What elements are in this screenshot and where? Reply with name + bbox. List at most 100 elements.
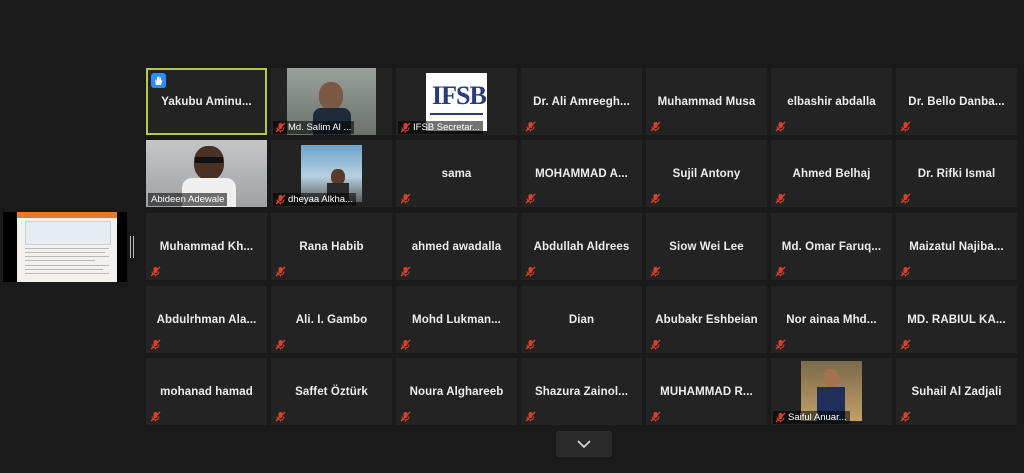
participant-name: mohanad hamad	[160, 385, 253, 398]
muted-mic-icon	[900, 266, 911, 277]
show-more-button[interactable]	[556, 431, 612, 457]
participant-name: Dr. Ali Amreegh...	[533, 95, 630, 108]
participant-tile[interactable]: Muhammad Kh...	[146, 213, 267, 280]
muted-mic-icon	[400, 193, 411, 204]
participant-name: Abideen Adewale	[151, 194, 225, 205]
participant-tile[interactable]: Shazura Zainol...	[521, 358, 642, 425]
muted-mic-icon	[400, 339, 411, 350]
participant-name: MOHAMMAD A...	[535, 167, 628, 180]
participant-name: dheyaa Alkha...	[288, 194, 353, 205]
participant-tile[interactable]: Muhammad Musa	[646, 68, 767, 135]
participant-name: Noura Alghareeb	[409, 385, 504, 398]
participant-tile[interactable]: Rana Habib	[271, 213, 392, 280]
participant-name: Nor ainaa Mhd...	[786, 313, 877, 326]
chevron-down-icon	[577, 440, 591, 448]
muted-mic-icon	[150, 339, 161, 350]
participant-tile[interactable]: sama	[396, 140, 517, 207]
participant-tile[interactable]: Abdullah Aldrees	[521, 213, 642, 280]
muted-mic-icon	[525, 411, 536, 422]
muted-mic-icon	[900, 121, 911, 132]
participant-tile[interactable]: ahmed awadalla	[396, 213, 517, 280]
participant-name: elbashir abdalla	[787, 95, 876, 108]
participant-name: Suhail Al Zadjali	[911, 385, 1002, 398]
participant-name: Muhammad Musa	[657, 95, 756, 108]
participant-tile[interactable]: Saffet Öztürk	[271, 358, 392, 425]
muted-mic-icon	[650, 339, 661, 350]
participant-name: IFSB Secretar...	[413, 122, 481, 133]
participant-name: Muhammad Kh...	[159, 240, 254, 253]
muted-mic-icon	[775, 121, 786, 132]
participant-name: Saiful Anuar...	[788, 412, 847, 423]
participant-tile[interactable]: Ali. I. Gambo	[271, 286, 392, 353]
participant-name-label: Md. Salim Al ...	[273, 121, 355, 134]
muted-mic-icon	[525, 266, 536, 277]
participant-tile[interactable]: Nor ainaa Mhd...	[771, 286, 892, 353]
participant-name: MD. RABIUL KA...	[907, 313, 1006, 326]
participant-tile[interactable]: Md. Omar Faruq...	[771, 213, 892, 280]
muted-mic-icon	[150, 266, 161, 277]
participant-name-label: Abideen Adewale	[148, 193, 228, 206]
muted-mic-icon	[275, 266, 286, 277]
participant-tile[interactable]: Ahmed Belhaj	[771, 140, 892, 207]
muted-mic-icon	[650, 121, 661, 132]
participant-tile[interactable]: Dian	[521, 286, 642, 353]
participant-tile[interactable]: Dr. Bello Danba...	[896, 68, 1017, 135]
participant-tile[interactable]: MOHAMMAD A...	[521, 140, 642, 207]
muted-mic-icon	[400, 122, 411, 133]
muted-mic-icon	[275, 194, 286, 205]
participant-name: Mohd Lukman...	[412, 313, 501, 326]
shared-document-preview	[17, 212, 117, 282]
participant-tile[interactable]: Dr. Ali Amreegh...	[521, 68, 642, 135]
muted-mic-icon	[400, 411, 411, 422]
participant-tile[interactable]: Maizatul Najiba...	[896, 213, 1017, 280]
participant-tile[interactable]: Sujil Antony	[646, 140, 767, 207]
participant-name: Abdullah Aldrees	[533, 240, 630, 253]
participant-tile[interactable]: MD. RABIUL KA...	[896, 286, 1017, 353]
muted-mic-icon	[650, 411, 661, 422]
muted-mic-icon	[900, 193, 911, 204]
shared-screen-thumbnail[interactable]	[3, 212, 127, 282]
participant-name: Abubakr Eshbeian	[655, 313, 758, 326]
muted-mic-icon	[775, 266, 786, 277]
muted-mic-icon	[275, 411, 286, 422]
participant-tile[interactable]: Saiful Anuar...	[771, 358, 892, 425]
muted-mic-icon	[275, 122, 286, 133]
muted-mic-icon	[150, 411, 161, 422]
participant-tile[interactable]: Abubakr Eshbeian	[646, 286, 767, 353]
participant-name: Md. Omar Faruq...	[781, 240, 882, 253]
participant-name: ahmed awadalla	[411, 240, 502, 253]
participant-tile[interactable]: IFSB IFSB Secretar...	[396, 68, 517, 135]
participant-name: Abdulrhman Ala...	[156, 313, 257, 326]
participant-tile[interactable]: elbashir abdalla	[771, 68, 892, 135]
participant-tile[interactable]: Mohd Lukman...	[396, 286, 517, 353]
participant-tile[interactable]: Siow Wei Lee	[646, 213, 767, 280]
participant-name: sama	[441, 167, 472, 180]
participant-tile[interactable]: Dr. Rifki Ismal	[896, 140, 1017, 207]
participant-tile[interactable]: Abdulrhman Ala...	[146, 286, 267, 353]
participant-name-label: Saiful Anuar...	[773, 411, 850, 424]
participant-name: Dian	[568, 313, 595, 326]
participant-tile[interactable]: dheyaa Alkha...	[271, 140, 392, 207]
participant-name-label: dheyaa Alkha...	[273, 193, 356, 206]
participant-tile[interactable]: Noura Alghareeb	[396, 358, 517, 425]
muted-mic-icon	[900, 339, 911, 350]
muted-mic-icon	[525, 193, 536, 204]
resize-handle[interactable]	[130, 236, 134, 258]
muted-mic-icon	[525, 339, 536, 350]
participant-name: Maizatul Najiba...	[909, 240, 1004, 253]
muted-mic-icon	[525, 121, 536, 132]
participant-name: Rana Habib	[299, 240, 364, 253]
participant-name: Ahmed Belhaj	[792, 167, 871, 180]
participant-name: Saffet Öztürk	[295, 385, 368, 398]
muted-mic-icon	[775, 193, 786, 204]
participant-tile[interactable]: Abideen Adewale	[146, 140, 267, 207]
participant-name: MUHAMMAD R...	[660, 385, 753, 398]
muted-mic-icon	[275, 339, 286, 350]
participant-tile[interactable]: Suhail Al Zadjali	[896, 358, 1017, 425]
participant-tile[interactable]: mohanad hamad	[146, 358, 267, 425]
participant-tile[interactable]: Md. Salim Al ...	[271, 68, 392, 135]
participant-tile[interactable]: Yakubu Aminu...	[146, 68, 267, 135]
participant-name: Md. Salim Al ...	[288, 122, 352, 133]
participant-name: Shazura Zainol...	[534, 385, 629, 398]
participant-tile[interactable]: MUHAMMAD R...	[646, 358, 767, 425]
